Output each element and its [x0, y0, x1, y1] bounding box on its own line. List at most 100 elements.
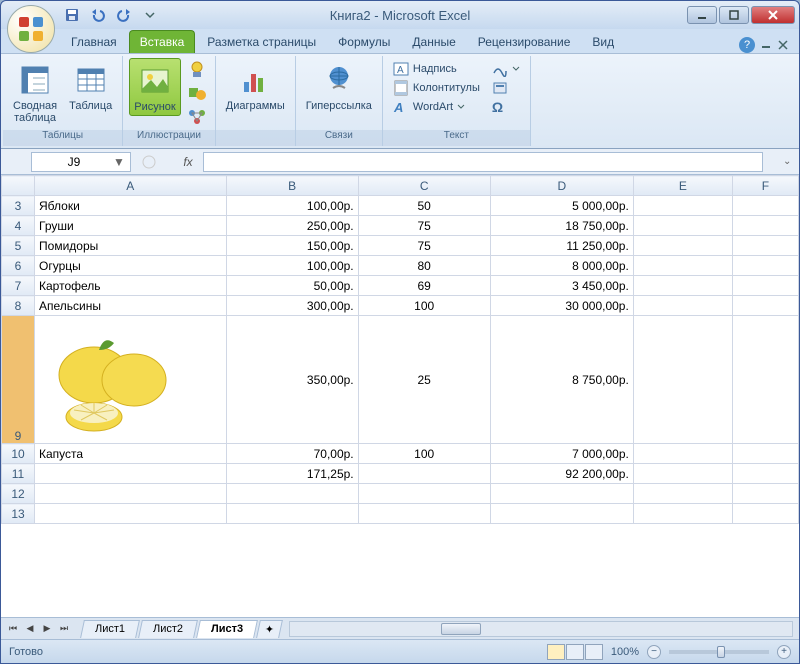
clipart-button[interactable]: [185, 58, 209, 80]
cell[interactable]: [732, 444, 798, 464]
cell[interactable]: [633, 484, 732, 504]
horizontal-scrollbar[interactable]: [289, 621, 793, 637]
cell[interactable]: 11 250,00р.: [490, 236, 633, 256]
col-header-E[interactable]: E: [633, 176, 732, 196]
cell[interactable]: 250,00р.: [226, 216, 358, 236]
cell-with-image[interactable]: [35, 316, 227, 444]
cell[interactable]: Капуста: [35, 444, 227, 464]
cell[interactable]: [490, 484, 633, 504]
cell[interactable]: 100: [358, 444, 490, 464]
select-all[interactable]: [2, 176, 35, 196]
cell[interactable]: 3 450,00р.: [490, 276, 633, 296]
view-page-layout-button[interactable]: [566, 644, 584, 660]
cell[interactable]: 7 000,00р.: [490, 444, 633, 464]
cell[interactable]: 300,00р.: [226, 296, 358, 316]
row-header[interactable]: 11: [2, 464, 35, 484]
cell[interactable]: [358, 484, 490, 504]
tab-prev-button[interactable]: ◀: [22, 621, 38, 637]
name-box[interactable]: J9 ▼: [31, 152, 131, 172]
smartart-button[interactable]: [185, 106, 209, 128]
view-normal-button[interactable]: [547, 644, 565, 660]
close-button[interactable]: [751, 6, 795, 24]
pivot-table-button[interactable]: Сводная таблица: [9, 58, 61, 126]
zoom-slider[interactable]: [669, 650, 769, 654]
cell[interactable]: 30 000,00р.: [490, 296, 633, 316]
cell[interactable]: 80: [358, 256, 490, 276]
cell[interactable]: [633, 504, 732, 524]
formula-input[interactable]: [203, 152, 763, 172]
cell[interactable]: 69: [358, 276, 490, 296]
row-header[interactable]: 3: [2, 196, 35, 216]
hyperlink-button[interactable]: Гиперссылка: [302, 58, 376, 114]
charts-button[interactable]: Диаграммы: [222, 58, 289, 114]
cell[interactable]: 171,25р.: [226, 464, 358, 484]
inserted-picture[interactable]: [39, 325, 189, 435]
cell[interactable]: [633, 464, 732, 484]
wordart-button[interactable]: A WordArt: [389, 98, 484, 116]
cell[interactable]: [358, 504, 490, 524]
cell[interactable]: 5 000,00р.: [490, 196, 633, 216]
cell[interactable]: 92 200,00р.: [490, 464, 633, 484]
tab-home[interactable]: Главная: [61, 31, 127, 53]
signature-button[interactable]: [488, 60, 524, 78]
redo-button[interactable]: [113, 4, 135, 26]
tab-last-button[interactable]: ⏭: [56, 621, 72, 637]
row-header[interactable]: 8: [2, 296, 35, 316]
cell[interactable]: [732, 296, 798, 316]
zoom-slider-knob[interactable]: [717, 646, 725, 658]
minimize-button[interactable]: [687, 6, 717, 24]
view-page-break-button[interactable]: [585, 644, 603, 660]
cell[interactable]: 100,00р.: [226, 196, 358, 216]
sheet-tab-1[interactable]: Лист1: [80, 620, 140, 638]
shapes-button[interactable]: [185, 82, 209, 104]
tab-insert[interactable]: Вставка: [129, 30, 196, 53]
cell[interactable]: 50,00р.: [226, 276, 358, 296]
cell[interactable]: 150,00р.: [226, 236, 358, 256]
row-header[interactable]: 7: [2, 276, 35, 296]
cell[interactable]: 18 750,00р.: [490, 216, 633, 236]
cell[interactable]: 50: [358, 196, 490, 216]
cell[interactable]: Картофель: [35, 276, 227, 296]
cell[interactable]: Груши: [35, 216, 227, 236]
cell[interactable]: 25: [358, 316, 490, 444]
qat-customize-button[interactable]: [139, 4, 161, 26]
cell[interactable]: [633, 296, 732, 316]
new-sheet-button[interactable]: ✦: [256, 620, 283, 638]
name-box-dropdown[interactable]: ▼: [112, 155, 126, 169]
row-header[interactable]: 6: [2, 256, 35, 276]
tab-review[interactable]: Рецензирование: [468, 31, 581, 53]
cell[interactable]: [633, 444, 732, 464]
sheet-tab-2[interactable]: Лист2: [138, 620, 198, 638]
col-header-A[interactable]: A: [35, 176, 227, 196]
cell[interactable]: Помидоры: [35, 236, 227, 256]
spreadsheet-grid[interactable]: A B C D E F 3Яблоки100,00р.505 000,00р. …: [1, 175, 799, 524]
maximize-button[interactable]: [719, 6, 749, 24]
col-header-D[interactable]: D: [490, 176, 633, 196]
cell[interactable]: [633, 256, 732, 276]
cancel-formula-icon[interactable]: [141, 154, 157, 170]
zoom-level[interactable]: 100%: [611, 646, 639, 658]
ribbon-minimize-icon[interactable]: [761, 40, 771, 50]
tab-data[interactable]: Данные: [402, 31, 465, 53]
cell[interactable]: [35, 504, 227, 524]
cell[interactable]: Апельсины: [35, 296, 227, 316]
col-header-B[interactable]: B: [226, 176, 358, 196]
scrollbar-thumb[interactable]: [441, 623, 481, 635]
textbox-button[interactable]: A Надпись: [389, 60, 484, 78]
cell[interactable]: [226, 484, 358, 504]
tab-next-button[interactable]: ▶: [39, 621, 55, 637]
row-header[interactable]: 13: [2, 504, 35, 524]
cell[interactable]: 8 750,00р.: [490, 316, 633, 444]
cell[interactable]: 75: [358, 236, 490, 256]
cell[interactable]: 100: [358, 296, 490, 316]
tab-page-layout[interactable]: Разметка страницы: [197, 31, 326, 53]
cell[interactable]: [633, 236, 732, 256]
cell[interactable]: [358, 464, 490, 484]
formula-expand-button[interactable]: ⌄: [783, 156, 799, 167]
zoom-in-button[interactable]: +: [777, 645, 791, 659]
cell[interactable]: [732, 256, 798, 276]
cell[interactable]: [35, 484, 227, 504]
save-button[interactable]: [61, 4, 83, 26]
cell[interactable]: Яблоки: [35, 196, 227, 216]
office-button[interactable]: [7, 5, 55, 53]
